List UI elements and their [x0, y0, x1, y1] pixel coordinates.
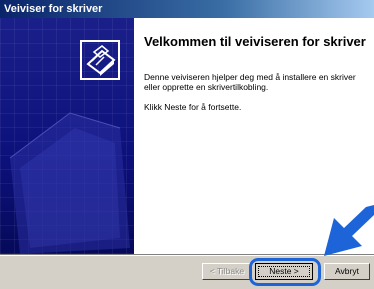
wizard-heading: Velkommen til veiviseren for skriver — [144, 34, 366, 49]
button-separator — [0, 254, 374, 256]
wizard-description: Denne veiviseren hjelper deg med å insta… — [144, 72, 356, 92]
printer-icon — [80, 40, 120, 80]
wizard-instruction: Klikk Neste for å fortsette. — [144, 102, 242, 112]
cancel-button[interactable]: Avbryt — [324, 263, 370, 280]
back-button[interactable]: < Tilbake — [202, 263, 252, 280]
next-button-highlight-ring — [249, 258, 321, 286]
title-bar: Veiviser for skriver — [0, 0, 374, 18]
wizard-content-panel: Velkommen til veiviseren for skriver Den… — [134, 18, 374, 254]
window-title: Veiviser for skriver — [4, 3, 103, 15]
wizard-sidebar-graphic — [0, 18, 134, 254]
printer-wizard-window: Veiviser for skriver Velkommen til veivi… — [0, 0, 374, 289]
